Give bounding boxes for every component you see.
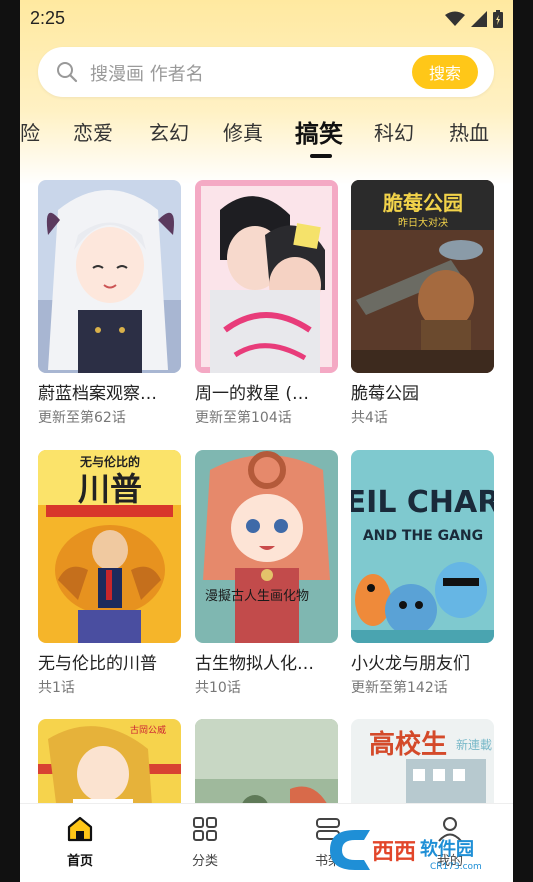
- comic-subtitle: 更新至第62话: [38, 410, 126, 426]
- comic-title: 小火龙与朋友们: [351, 654, 470, 674]
- comic-cover[interactable]: 脆莓公园 昨日大对决: [351, 180, 494, 373]
- comic-title: 古生物拟人化…: [195, 654, 314, 674]
- cover-vertical-text: 漫擬古人生画化物: [205, 588, 309, 604]
- nav-category-label: 分类: [191, 854, 218, 869]
- tab-cultivation[interactable]: 修真: [223, 117, 263, 146]
- comic-cover[interactable]: 无与伦比的 川普: [38, 450, 181, 643]
- cover-side-text: 新連載: [456, 737, 492, 752]
- comic-title: 周一的救星 (…: [195, 384, 310, 404]
- tab-scifi[interactable]: 科幻: [374, 117, 414, 146]
- app-screen: 2:25 搜漫画 作者名 搜索 险 恋爱 玄幻 修真 搞笑 科幻 热血 蔚蓝档案…: [20, 0, 513, 882]
- cover-title-text: 高校生: [369, 729, 447, 760]
- comic-card[interactable]: 蔚蓝档案观察… 更新至第62话: [38, 180, 181, 427]
- tab-comedy[interactable]: 搞笑: [295, 114, 343, 149]
- comic-subtitle: 共4话: [351, 410, 388, 426]
- cover-subtitle-text: 昨日大对决: [398, 216, 448, 229]
- category-tabs: 险 恋爱 玄幻 修真 搞笑 科幻 热血: [20, 112, 513, 162]
- comic-cover[interactable]: 漫擬古人生画化物: [195, 450, 338, 643]
- active-tab-indicator: [310, 154, 332, 158]
- search-button[interactable]: 搜索: [412, 55, 478, 89]
- comic-card[interactable]: 脆莓公园 昨日大对决 脆莓公园 共4话: [351, 180, 494, 427]
- search-bar[interactable]: 搜漫画 作者名 搜索: [38, 47, 494, 97]
- battery-icon: [493, 10, 503, 32]
- cover-tag-text: 古岡公威: [130, 724, 166, 736]
- tab-adventure[interactable]: 险: [20, 117, 40, 146]
- search-icon: [56, 61, 78, 83]
- svg-text:西西: 西西: [372, 840, 416, 865]
- comic-cover[interactable]: [195, 180, 338, 373]
- comic-title: 蔚蓝档案观察…: [38, 384, 157, 404]
- nav-home[interactable]: 首页: [40, 814, 120, 869]
- cover-main-text: 川普: [78, 470, 142, 508]
- tab-fantasy[interactable]: 玄幻: [149, 117, 189, 146]
- home-icon: [65, 814, 95, 844]
- comic-cover[interactable]: EIL CHAR AND THE GANG: [351, 450, 494, 643]
- comic-subtitle: 更新至第104话: [195, 410, 292, 426]
- search-input[interactable]: 搜漫画 作者名: [90, 60, 204, 86]
- comic-title: 脆莓公园: [351, 384, 419, 404]
- wifi-icon: [445, 11, 465, 31]
- nav-home-label: 首页: [66, 854, 93, 869]
- nav-category[interactable]: 分类: [165, 814, 245, 869]
- tab-romance[interactable]: 恋爱: [73, 117, 113, 146]
- status-bar: 2:25: [20, 0, 513, 38]
- cover-line1-text: EIL CHAR: [351, 485, 494, 520]
- cover-top-text: 无与伦比的: [79, 454, 140, 469]
- status-time: 2:25: [30, 8, 66, 28]
- comic-card[interactable]: 无与伦比的 川普 无与伦比的川普 共1话: [38, 450, 181, 697]
- comic-cover[interactable]: [38, 180, 181, 373]
- comic-card[interactable]: EIL CHAR AND THE GANG 小火龙与朋友们 更新至第142话: [351, 450, 494, 697]
- grid-icon: [190, 814, 220, 844]
- watermark-logo: 西西 软件园 CR173.com: [320, 825, 513, 875]
- svg-text:软件园: 软件园: [420, 838, 474, 860]
- comic-subtitle: 更新至第142话: [351, 680, 448, 696]
- comic-subtitle: 共10话: [195, 680, 241, 696]
- cover-title-text: 脆莓公园: [383, 191, 463, 215]
- comic-card[interactable]: 漫擬古人生画化物 古生物拟人化… 共10话: [195, 450, 338, 697]
- signal-icon: [471, 11, 487, 31]
- status-icons: [445, 10, 503, 32]
- comic-card[interactable]: 周一的救星 (… 更新至第104话: [195, 180, 338, 427]
- tab-action[interactable]: 热血: [449, 117, 489, 146]
- left-device-frame: [0, 0, 20, 882]
- comic-title: 无与伦比的川普: [38, 654, 157, 674]
- cover-line2-text: AND THE GANG: [363, 528, 483, 544]
- svg-text:CR173.com: CR173.com: [430, 862, 482, 872]
- right-device-frame: [513, 0, 533, 882]
- comic-subtitle: 共1话: [38, 680, 75, 696]
